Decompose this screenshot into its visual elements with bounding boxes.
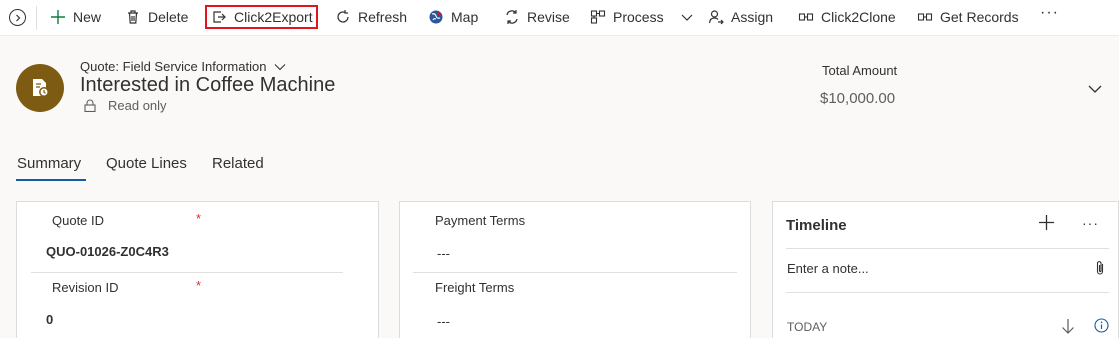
timeline-title: Timeline <box>786 217 847 234</box>
revise-label: Revise <box>527 9 570 25</box>
field-divider <box>413 272 737 273</box>
chevron-down-icon <box>678 8 696 26</box>
expand-nav-icon[interactable] <box>9 9 26 26</box>
payment-terms-value[interactable]: --- <box>437 246 450 261</box>
required-indicator: * <box>196 278 202 293</box>
field-divider <box>31 272 343 273</box>
add-activity-icon[interactable] <box>1038 214 1055 231</box>
timeline-divider <box>786 292 1109 293</box>
assign-person-icon <box>707 8 725 26</box>
revision-id-label: Revision ID <box>52 280 119 295</box>
globe-map-icon <box>427 8 445 26</box>
revise-button[interactable]: Revise <box>503 0 570 34</box>
read-only-label: Read only <box>108 98 167 113</box>
total-amount-label: Total Amount <box>822 63 898 78</box>
info-icon[interactable] <box>1094 318 1109 333</box>
get-records-button[interactable]: Get Records <box>916 0 1019 34</box>
get-records-icon <box>916 8 934 26</box>
timeline-group-today: TODAY <box>787 320 828 334</box>
freight-terms-value[interactable]: --- <box>437 314 450 329</box>
chevron-down-icon <box>275 63 286 70</box>
click2export-label: Click2Export <box>234 9 313 25</box>
payment-terms-label: Payment Terms <box>435 213 526 228</box>
record-avatar <box>16 64 64 112</box>
entity-form-label: Quote: Field Service Information <box>80 59 267 74</box>
tab-summary[interactable]: Summary <box>17 155 81 172</box>
trash-icon <box>124 8 142 26</box>
required-indicator: * <box>196 211 202 226</box>
click2clone-label: Click2Clone <box>821 9 896 25</box>
assign-button[interactable]: Assign <box>707 0 773 34</box>
form-selector[interactable]: Quote: Field Service Information <box>80 59 286 74</box>
refresh-button[interactable]: Refresh <box>334 0 407 34</box>
assign-label: Assign <box>731 9 774 25</box>
delete-label: Delete <box>148 9 189 25</box>
tab-related[interactable]: Related <box>212 155 264 172</box>
refresh-label: Refresh <box>358 9 408 25</box>
lock-icon <box>84 99 96 112</box>
quote-id-label: Quote ID <box>52 213 105 228</box>
new-button[interactable]: New <box>49 0 101 34</box>
note-input[interactable]: Enter a note... <box>787 261 869 276</box>
click2export-button[interactable]: Click2Export <box>205 5 318 29</box>
more-commands-icon[interactable]: ··· <box>1040 4 1059 22</box>
map-label: Map <box>451 9 479 25</box>
expand-header-chevron-icon[interactable] <box>1087 83 1103 95</box>
process-button[interactable]: Process <box>589 0 696 34</box>
get-records-label: Get Records <box>940 9 1019 25</box>
divider <box>36 6 37 30</box>
read-only-status: Read only <box>84 98 167 113</box>
delete-button[interactable]: Delete <box>124 0 188 34</box>
quote-id-value[interactable]: QUO-01026-Z0C4R3 <box>46 244 169 259</box>
tab-quote-lines[interactable]: Quote Lines <box>106 155 187 172</box>
map-button[interactable]: Map <box>427 0 478 34</box>
process-label: Process <box>613 9 664 25</box>
freight-terms-label: Freight Terms <box>435 280 515 295</box>
click2clone-button[interactable]: Click2Clone <box>797 0 896 34</box>
revise-icon <box>503 8 521 26</box>
revision-id-value[interactable]: 0 <box>46 312 53 327</box>
quote-icon <box>33 79 49 97</box>
attachment-icon[interactable] <box>1095 259 1105 276</box>
sort-down-arrow-icon[interactable] <box>1061 318 1075 334</box>
command-bar: New Delete Click2Export Refresh Map Revi… <box>0 0 1119 36</box>
selected-tab-indicator <box>16 179 86 181</box>
export-icon <box>210 8 228 26</box>
timeline-more-icon[interactable]: ··· <box>1082 215 1099 231</box>
process-icon <box>589 8 607 26</box>
plus-icon <box>49 8 67 26</box>
record-title: Interested in Coffee Machine <box>80 74 336 96</box>
refresh-icon <box>334 8 352 26</box>
clone-icon <box>797 8 815 26</box>
new-label: New <box>73 9 102 25</box>
total-amount-value: $10,000.00 <box>820 90 896 107</box>
timeline-divider <box>786 248 1109 249</box>
